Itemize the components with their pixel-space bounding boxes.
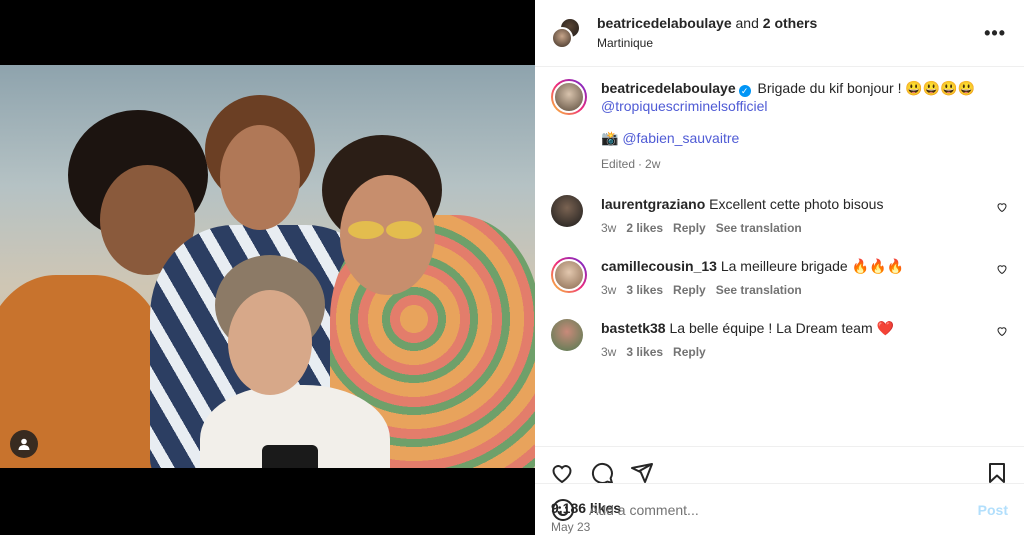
header-location[interactable]: Martinique bbox=[597, 34, 980, 52]
avatar[interactable] bbox=[551, 79, 587, 115]
collab-avatars[interactable] bbox=[551, 17, 583, 49]
verified-icon: ✓ bbox=[738, 85, 751, 97]
heart-icon[interactable] bbox=[996, 201, 1008, 216]
avatar[interactable] bbox=[551, 257, 587, 293]
heart-icon[interactable] bbox=[996, 263, 1008, 278]
comment-likes[interactable]: 3 likes bbox=[626, 345, 663, 359]
comment-likes[interactable]: 2 likes bbox=[626, 221, 663, 235]
post-header: beatricedelaboulaye and 2 others Martini… bbox=[535, 0, 1024, 67]
mention-link[interactable]: @tropiquescriminelsofficiel bbox=[601, 97, 1008, 115]
post-photo[interactable] bbox=[0, 65, 535, 468]
add-comment-bar: Post bbox=[535, 483, 1024, 535]
post-side-panel: beatricedelaboulaye and 2 others Martini… bbox=[535, 0, 1024, 535]
comment-row: bastetk38 La belle équipe ! La Dream tea… bbox=[551, 319, 1008, 361]
edited-label: Edited bbox=[601, 157, 636, 171]
caption-text: Brigade du kif bonjour ! 😃😃😃😃 bbox=[757, 80, 976, 96]
caption-username[interactable]: beatricedelaboulaye bbox=[601, 80, 736, 96]
comments-section: beatricedelaboulaye ✓ Brigade du kif bonj… bbox=[535, 67, 1024, 447]
comment-row: camillecousin_13 La meilleure brigade 🔥🔥… bbox=[551, 257, 1008, 299]
comment-text: La belle équipe ! La Dream team ❤️ bbox=[669, 320, 894, 336]
comment-input[interactable] bbox=[589, 501, 978, 518]
comment-time[interactable]: 3w bbox=[601, 283, 616, 297]
caption-row: beatricedelaboulaye ✓ Brigade du kif bonj… bbox=[551, 79, 1008, 173]
see-translation-button[interactable]: See translation bbox=[716, 283, 802, 297]
more-icon[interactable]: ••• bbox=[980, 23, 1010, 44]
see-translation-button[interactable]: See translation bbox=[716, 221, 802, 235]
reply-button[interactable]: Reply bbox=[673, 345, 706, 359]
comment-row: laurentgraziano Excellent cette photo bi… bbox=[551, 195, 1008, 237]
reply-button[interactable]: Reply bbox=[673, 283, 706, 297]
comment-username[interactable]: camillecousin_13 bbox=[601, 258, 717, 274]
comment-text: Excellent cette photo bisous bbox=[709, 196, 884, 212]
credit-link[interactable]: @fabien_sauvaitre bbox=[622, 130, 739, 146]
heart-icon[interactable] bbox=[996, 325, 1008, 340]
avatar[interactable] bbox=[551, 195, 583, 227]
comment-username[interactable]: laurentgraziano bbox=[601, 196, 705, 212]
comment-time[interactable]: 3w bbox=[601, 345, 616, 359]
header-usernames: beatricedelaboulaye and 2 others bbox=[597, 15, 818, 31]
comment-username[interactable]: bastetk38 bbox=[601, 320, 666, 336]
post-button[interactable]: Post bbox=[978, 502, 1008, 518]
reply-button[interactable]: Reply bbox=[673, 221, 706, 235]
comment-likes[interactable]: 3 likes bbox=[626, 283, 663, 297]
comment-time[interactable]: 3w bbox=[601, 221, 616, 235]
media-panel bbox=[0, 0, 535, 535]
emoji-icon[interactable] bbox=[551, 498, 575, 522]
caption-time[interactable]: 2w bbox=[645, 157, 660, 171]
user-tag-icon[interactable] bbox=[10, 430, 38, 458]
post-modal: beatricedelaboulaye and 2 others Martini… bbox=[0, 0, 1024, 535]
avatar[interactable] bbox=[551, 319, 583, 351]
camera-icon: 📸 bbox=[601, 130, 619, 146]
header-username[interactable]: beatricedelaboulaye bbox=[597, 15, 732, 31]
comment-text: La meilleure brigade 🔥🔥🔥 bbox=[720, 258, 904, 274]
header-others[interactable]: 2 others bbox=[763, 15, 817, 31]
